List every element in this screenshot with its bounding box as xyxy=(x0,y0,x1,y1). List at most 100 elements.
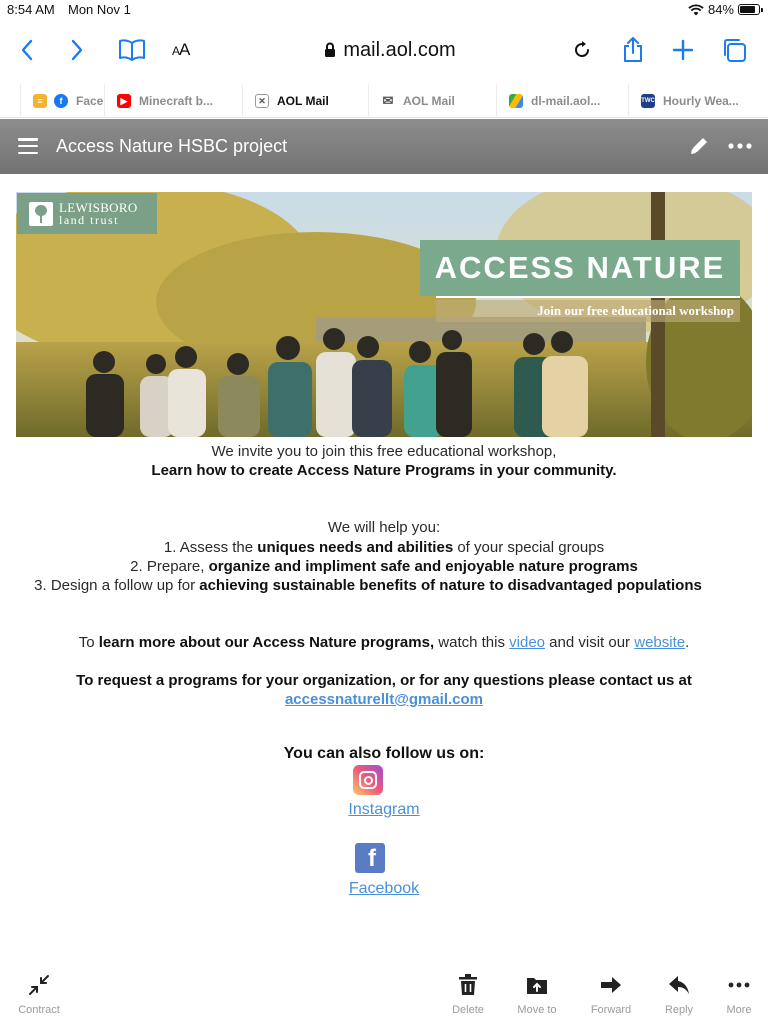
banner-subhead: Join our free educational workshop xyxy=(436,300,740,322)
request-text: To request a programs for your organizat… xyxy=(76,672,692,689)
weather-channel-icon: TWC xyxy=(641,94,655,108)
close-icon[interactable]: ✕ xyxy=(255,94,269,108)
reply-button[interactable]: Reply xyxy=(649,966,709,1024)
move-folder-icon xyxy=(526,966,548,1004)
facebook-line: Facebook xyxy=(16,880,752,898)
delete-button[interactable]: Delete xyxy=(438,966,498,1024)
reply-label: Reply xyxy=(664,1004,694,1016)
mail-icon: ✉ xyxy=(381,93,395,108)
logo-line1: LEWISBORO xyxy=(59,199,138,215)
tab-hourly-weather[interactable]: TWC Hourly Wea... xyxy=(628,84,768,118)
step-2-pre: 2. Prepare, xyxy=(130,558,209,575)
learn-mid: watch this xyxy=(434,634,510,651)
battery-icon xyxy=(738,4,763,15)
tab-label: AOL Mail xyxy=(403,94,455,108)
tab-spacer xyxy=(0,84,20,118)
instagram-link[interactable]: Instagram xyxy=(348,801,419,818)
mail-subject: Access Nature HSBC project xyxy=(56,136,288,156)
learn-end: . xyxy=(685,634,690,651)
tab-aol-mail-active[interactable]: ✕ AOL Mail xyxy=(242,84,368,118)
bookmarks-icon[interactable] xyxy=(116,36,148,64)
website-link[interactable]: website xyxy=(634,634,685,651)
step-1-post: of your special groups xyxy=(453,539,605,556)
move-to-label: Move to xyxy=(517,1004,557,1016)
tab-generic[interactable]: ≡ xyxy=(20,84,52,118)
more-dots-icon xyxy=(728,966,750,1004)
forward-nav-icon[interactable] xyxy=(63,36,91,64)
step-1-bold: uniques needs and abilities xyxy=(257,539,454,556)
tab-minecraft[interactable]: ▶ Minecraft b... xyxy=(104,84,242,118)
intro-line2: Learn how to create Access Nature Progra… xyxy=(151,462,617,479)
learn-bold: learn more about our Access Nature progr… xyxy=(98,634,435,651)
lewisboro-logo: LEWISBORO land trust xyxy=(17,193,157,234)
move-to-button[interactable]: Move to xyxy=(507,966,567,1024)
status-date: Mon Nov 1 xyxy=(68,2,131,17)
contract-icon xyxy=(28,966,50,1004)
forward-arrow-icon xyxy=(600,966,622,1004)
tab-label: AOL Mail xyxy=(277,94,329,108)
facebook-link[interactable]: Facebook xyxy=(349,880,419,897)
reply-arrow-icon xyxy=(668,966,690,1004)
step-1-pre: 1. Assess the xyxy=(163,539,258,556)
banner-image: LEWISBORO land trust ACCESS NATURE Join … xyxy=(16,192,752,437)
learn-pre: To xyxy=(78,634,99,651)
instagram-icon[interactable] xyxy=(353,765,383,795)
status-time: 8:54 AM xyxy=(7,2,55,17)
status-bar: 8:54 AM Mon Nov 1 84% xyxy=(0,0,768,20)
address-bar[interactable]: mail.aol.com xyxy=(300,36,480,64)
battery-percent: 84% xyxy=(707,2,734,17)
step-1: 1. Assess the uniques needs and abilitie… xyxy=(16,538,752,557)
tree-icon xyxy=(29,201,53,226)
step-3-pre: 3. Design a follow up for xyxy=(34,577,200,594)
text-size-button[interactable]: AA xyxy=(172,40,190,60)
address-text: mail.aol.com xyxy=(343,38,456,61)
more-label: More xyxy=(726,1004,752,1016)
help-heading: We will help you: xyxy=(327,519,441,536)
contract-label: Contract xyxy=(18,1004,60,1016)
video-link[interactable]: video xyxy=(509,634,545,651)
follow-heading: You can also follow us on: xyxy=(283,745,485,762)
menu-icon[interactable] xyxy=(18,138,38,155)
email-link[interactable]: accessnaturellt@gmail.com xyxy=(285,691,483,708)
step-3: 3. Design a follow up for achieving sust… xyxy=(0,576,736,595)
intro-line1: We invite you to join this free educatio… xyxy=(211,443,557,460)
back-icon[interactable] xyxy=(13,36,41,64)
email-line: accessnaturellt@gmail.com xyxy=(16,690,752,709)
new-tab-icon[interactable] xyxy=(669,36,697,64)
more-button[interactable]: More xyxy=(709,966,768,1024)
share-icon[interactable] xyxy=(619,36,647,64)
status-right: 84% xyxy=(688,2,763,17)
reload-icon[interactable] xyxy=(568,36,596,64)
tab-label: Minecraft b... xyxy=(139,94,214,108)
step-2-bold: organize and impliment safe and enjoyabl… xyxy=(208,558,638,575)
learn-and: and visit our xyxy=(545,634,635,651)
facebook-icon[interactable]: f xyxy=(355,843,385,873)
more-options-icon[interactable] xyxy=(728,143,752,149)
logo-line2: land trust xyxy=(59,212,119,227)
youtube-icon: ▶ xyxy=(117,94,131,108)
step-3-bold: achieving sustainable benefits of nature… xyxy=(199,577,702,594)
step-2: 2. Prepare, organize and impliment safe … xyxy=(16,557,752,576)
instagram-line: Instagram xyxy=(16,801,752,819)
tab-label: dl-mail.aol... xyxy=(531,94,601,108)
browser-tab-strip: ≡ f Facebook ▶ Minecraft b... ✕ AOL Mail… xyxy=(0,84,768,118)
wifi-icon xyxy=(688,3,704,15)
delete-label: Delete xyxy=(452,1004,484,1016)
contract-button[interactable]: Contract xyxy=(9,966,69,1024)
forward-button[interactable]: Forward xyxy=(581,966,641,1024)
mail-bottom-toolbar: Contract Delete Move to Forward Reply Mo… xyxy=(0,966,768,1024)
mail-header-bar: Access Nature HSBC project xyxy=(0,119,768,174)
tabs-overview-icon[interactable] xyxy=(720,36,748,64)
google-drive-icon xyxy=(509,94,523,108)
tab-label: Hourly Wea... xyxy=(663,94,739,108)
trash-icon xyxy=(458,966,478,1004)
generic-favicon-icon: ≡ xyxy=(33,94,47,108)
tab-facebook[interactable]: f Facebook xyxy=(52,84,104,118)
lock-icon xyxy=(325,42,336,57)
tab-aol-mail[interactable]: ✉ AOL Mail xyxy=(368,84,496,118)
learn-more-line: To learn more about our Access Nature pr… xyxy=(16,633,752,652)
compose-icon[interactable] xyxy=(688,135,710,157)
tab-dl-mail[interactable]: dl-mail.aol... xyxy=(496,84,628,118)
forward-label: Forward xyxy=(590,1004,632,1016)
facebook-icon: f xyxy=(54,94,68,108)
